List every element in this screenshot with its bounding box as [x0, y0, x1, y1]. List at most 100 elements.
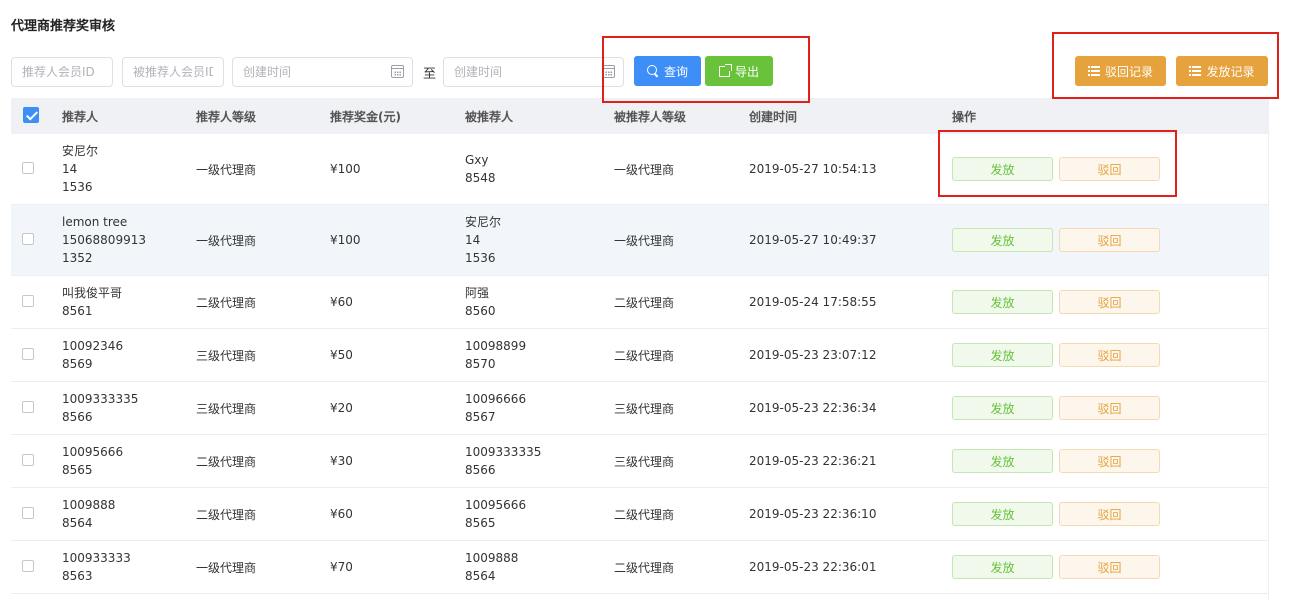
referee-cell: 安尼尔 14 1536 — [465, 213, 614, 267]
table-row[interactable]: 1009333335 8566 三级代理商 ¥20 10096666 8567 三级代理商 2… — [11, 382, 1268, 435]
table-row[interactable]: 100933333 8563 一级代理商 ¥70 1009888 8564 二级代理商 201… — [11, 541, 1268, 594]
row-checkbox[interactable] — [22, 232, 34, 245]
row-checkbox[interactable] — [22, 400, 34, 413]
calendar-icon[interactable] — [391, 65, 404, 78]
table-row[interactable]: lemon tree 15068809913 1352 一级代理商 ¥100 安尼尔 14 1… — [11, 205, 1268, 276]
issue-button[interactable]: 发放 — [952, 396, 1053, 420]
table-right-border — [1268, 98, 1269, 600]
actions-cell: 发放 驳回 — [952, 502, 1268, 526]
end-time-picker[interactable] — [443, 57, 624, 87]
referrer-cell: 叫我俊平哥 8561 — [62, 284, 196, 320]
bonus-cell: ¥100 — [330, 233, 361, 247]
referrer-line: 1009333335 — [62, 392, 139, 406]
issue-button[interactable]: 发放 — [952, 290, 1053, 314]
list-icon — [1087, 65, 1100, 77]
reject-button[interactable]: 驳回 — [1059, 555, 1160, 579]
referrer-line: 8569 — [62, 357, 93, 371]
table-row[interactable]: 叫我俊平哥 8561 二级代理商 ¥60 阿强 8560 二级代理商 2019-05-24 1… — [11, 276, 1268, 329]
actions-cell: 发放 驳回 — [952, 555, 1268, 579]
issue-button[interactable]: 发放 — [952, 555, 1053, 579]
referee-line: 8565 — [465, 516, 496, 530]
row-checkbox[interactable] — [22, 161, 34, 174]
reject-button[interactable]: 驳回 — [1059, 396, 1160, 420]
bonus-cell: ¥50 — [330, 348, 353, 362]
reject-button[interactable]: 驳回 — [1059, 502, 1160, 526]
row-checkbox[interactable] — [22, 347, 34, 360]
calendar-icon[interactable] — [602, 65, 615, 78]
referrer-cell: lemon tree 15068809913 1352 — [62, 213, 196, 267]
header-created-time: 创建时间 — [749, 109, 798, 124]
select-all-checkbox[interactable] — [23, 106, 39, 123]
actions-cell: 发放 驳回 — [952, 343, 1268, 367]
start-time-picker[interactable] — [232, 57, 413, 87]
created-time-cell: 2019-05-23 22:36:21 — [749, 454, 877, 468]
issue-button[interactable]: 发放 — [952, 343, 1053, 367]
referrer-line: 10095666 — [62, 445, 124, 459]
reject-button[interactable]: 驳回 — [1059, 228, 1160, 252]
referee-line: 10095666 — [465, 498, 527, 512]
table-row[interactable]: 10095666 8565 二级代理商 ¥30 1009333335 8566 三级代理商 2… — [11, 435, 1268, 488]
issue-button[interactable]: 发放 — [952, 449, 1053, 473]
table-row[interactable]: 1009888 8564 二级代理商 ¥60 10095666 8565 二级代理商 2019… — [11, 488, 1268, 541]
issue-records-label: 发放记录 — [1206, 64, 1255, 79]
referrer-line: 叫我俊平哥 — [62, 286, 123, 300]
referee-level-cell: 一级代理商 — [614, 233, 675, 248]
reject-records-label: 驳回记录 — [1104, 64, 1153, 79]
referee-line: 8548 — [465, 171, 496, 185]
header-referee: 被推荐人 — [465, 109, 514, 124]
referee-cell: 阿强 8560 — [465, 284, 614, 320]
referrer-cell: 1009888 8564 — [62, 496, 196, 532]
referee-cell: 1009888 8564 — [465, 549, 614, 585]
referee-line: 阿强 — [465, 286, 490, 300]
issue-button[interactable]: 发放 — [952, 502, 1053, 526]
referee-line: 14 — [465, 233, 481, 247]
reject-button[interactable]: 驳回 — [1059, 290, 1160, 314]
referee-line: 8564 — [465, 569, 496, 583]
table-header: 推荐人 推荐人等级 推荐奖金(元) 被推荐人 被推荐人等级 创建时间 操作 — [11, 98, 1268, 134]
issue-button[interactable]: 发放 — [952, 228, 1053, 252]
referee-level-cell: 二级代理商 — [614, 295, 675, 310]
search-button[interactable]: 查询 — [634, 56, 701, 86]
row-checkbox[interactable] — [22, 506, 34, 519]
export-button-label: 导出 — [734, 64, 759, 79]
referrer-line: 8561 — [62, 304, 93, 318]
reject-button[interactable]: 驳回 — [1059, 157, 1160, 181]
referee-level-cell: 一级代理商 — [614, 162, 675, 177]
referrer-level-cell: 三级代理商 — [196, 401, 257, 416]
reject-button[interactable]: 驳回 — [1059, 449, 1160, 473]
search-button-label: 查询 — [663, 64, 688, 79]
referee-line: 8567 — [465, 410, 496, 424]
header-referrer-level: 推荐人等级 — [196, 109, 257, 124]
referee-line: 8566 — [465, 463, 496, 477]
row-checkbox[interactable] — [22, 453, 34, 466]
filter-toolbar: 至 查询 导出 驳回记录 发放记录 — [0, 0, 1290, 100]
referee-line: 8560 — [465, 304, 496, 318]
actions-cell: 发放 驳回 — [952, 157, 1268, 181]
referrer-line: 1352 — [62, 251, 93, 265]
table-row[interactable]: 安尼尔 14 1536 一级代理商 ¥100 Gxy 8548 一级代理商 2019-05-27… — [11, 134, 1268, 205]
list-icon — [1189, 65, 1202, 77]
actions-cell: 发放 驳回 — [952, 290, 1268, 314]
issue-button[interactable]: 发放 — [952, 157, 1053, 181]
row-checkbox[interactable] — [22, 294, 34, 307]
referee-id-input[interactable] — [122, 57, 224, 87]
end-time-input[interactable] — [443, 57, 624, 87]
start-time-input[interactable] — [232, 57, 413, 87]
referee-line: 10098899 — [465, 339, 527, 353]
referee-level-cell: 三级代理商 — [614, 454, 675, 469]
referrer-cell: 10092346 8569 — [62, 337, 196, 373]
reject-button[interactable]: 驳回 — [1059, 343, 1160, 367]
table-row[interactable]: 10092346 8569 三级代理商 ¥50 10098899 8570 二级代理商 201… — [11, 329, 1268, 382]
row-checkbox[interactable] — [22, 559, 34, 572]
referee-level-cell: 二级代理商 — [614, 348, 675, 363]
referee-level-cell: 二级代理商 — [614, 560, 675, 575]
export-button[interactable]: 导出 — [705, 56, 773, 86]
referrer-id-input[interactable] — [11, 57, 113, 87]
issue-records-button[interactable]: 发放记录 — [1176, 56, 1268, 86]
referee-line: 安尼尔 — [465, 215, 502, 229]
referrer-level-cell: 二级代理商 — [196, 295, 257, 310]
referee-cell: 10096666 8567 — [465, 390, 614, 426]
reject-records-button[interactable]: 驳回记录 — [1075, 56, 1166, 86]
date-range-separator: 至 — [423, 67, 437, 82]
referrer-level-cell: 三级代理商 — [196, 348, 257, 363]
